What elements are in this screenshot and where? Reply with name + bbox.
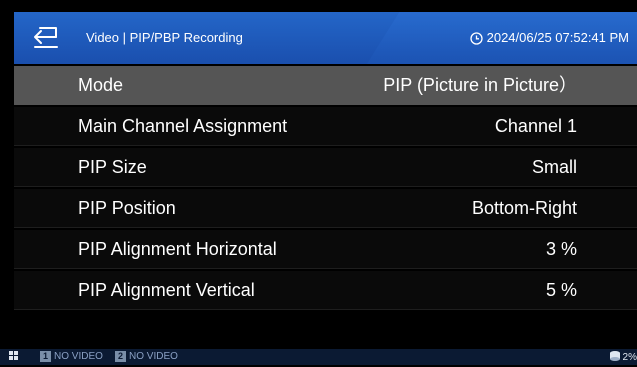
setting-row-main-channel[interactable]: Main Channel Assignment Channel 1 bbox=[14, 107, 637, 146]
setting-value: Bottom-Right bbox=[471, 198, 577, 218]
channel-badge: 2 bbox=[115, 351, 126, 362]
setting-label: PIP Alignment Horizontal bbox=[78, 239, 277, 259]
screen: Video | PIP/PBP Recording 2024/06/25 07:… bbox=[0, 0, 637, 365]
datetime-text: 2024/06/25 07:52:41 PM bbox=[486, 30, 629, 45]
setting-label: Mode bbox=[78, 75, 124, 95]
setting-value: Small bbox=[531, 157, 577, 177]
setting-label: PIP Alignment Vertical bbox=[78, 280, 255, 300]
setting-label: PIP Position bbox=[78, 198, 176, 218]
setting-label: PIP Size bbox=[78, 157, 147, 177]
back-arrow-icon bbox=[32, 23, 60, 54]
setting-row-mode[interactable]: Mode PIP (Picture in Picture） bbox=[14, 66, 637, 105]
channel-status-text: NO VIDEO bbox=[54, 351, 103, 362]
setting-row-pip-position[interactable]: PIP Position Bottom-Right bbox=[14, 189, 637, 228]
disk-usage: 2% bbox=[609, 350, 637, 365]
hdd-icon bbox=[609, 350, 621, 365]
setting-row-pip-align-vertical[interactable]: PIP Alignment Vertical 5 % bbox=[14, 271, 637, 310]
disk-usage-text: 2% bbox=[622, 352, 637, 363]
status-bar: 1 NO VIDEO 2 NO VIDEO 2% bbox=[0, 349, 637, 365]
setting-value: 5 % bbox=[545, 280, 577, 300]
back-button[interactable] bbox=[30, 22, 62, 54]
page-title: Video | PIP/PBP Recording bbox=[86, 30, 243, 45]
channel-badge: 1 bbox=[40, 351, 51, 362]
setting-value: Channel 1 bbox=[494, 116, 577, 136]
channel-status-text: NO VIDEO bbox=[129, 351, 178, 362]
setting-value: 3 % bbox=[545, 239, 577, 259]
clock-icon bbox=[469, 31, 483, 45]
settings-list: Mode PIP (Picture in Picture） Main Chann… bbox=[14, 66, 637, 312]
setting-row-pip-size[interactable]: PIP Size Small bbox=[14, 148, 637, 187]
setting-row-pip-align-horizontal[interactable]: PIP Alignment Horizontal 3 % bbox=[14, 230, 637, 269]
datetime-display: 2024/06/25 07:52:41 PM bbox=[469, 12, 629, 64]
channel-2-status: 2 NO VIDEO bbox=[115, 351, 178, 362]
setting-value: PIP (Picture in Picture） bbox=[383, 75, 577, 95]
channel-1-status: 1 NO VIDEO bbox=[40, 351, 103, 362]
setting-label: Main Channel Assignment bbox=[78, 116, 288, 136]
header-bar: Video | PIP/PBP Recording 2024/06/25 07:… bbox=[14, 12, 637, 64]
